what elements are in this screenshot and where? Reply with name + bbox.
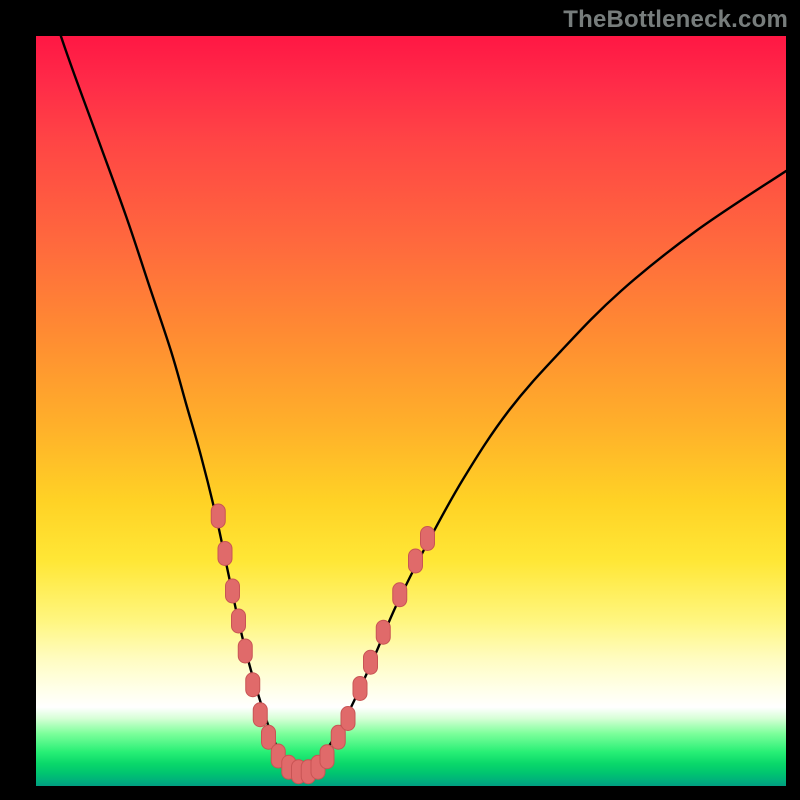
- highlight-dot: [341, 707, 355, 731]
- highlight-dot: [211, 504, 225, 528]
- chart-svg: [36, 36, 786, 786]
- highlight-dot: [393, 583, 407, 607]
- highlight-dot: [409, 549, 423, 573]
- highlight-dot: [320, 745, 334, 769]
- highlight-dot: [376, 620, 390, 644]
- highlight-dot: [218, 542, 232, 566]
- highlight-dot: [226, 579, 240, 603]
- plot-area: [36, 36, 786, 786]
- highlight-dot: [421, 527, 435, 551]
- highlight-dot: [232, 609, 246, 633]
- chart-frame: TheBottleneck.com: [0, 0, 800, 800]
- watermark-text: TheBottleneck.com: [563, 6, 788, 34]
- highlight-dot: [238, 639, 252, 663]
- highlight-dot: [353, 677, 367, 701]
- highlight-dot: [253, 703, 267, 727]
- highlight-dot: [246, 673, 260, 697]
- highlight-dots-group: [211, 504, 434, 784]
- highlight-dot: [364, 650, 378, 674]
- bottleneck-curve: [36, 36, 786, 772]
